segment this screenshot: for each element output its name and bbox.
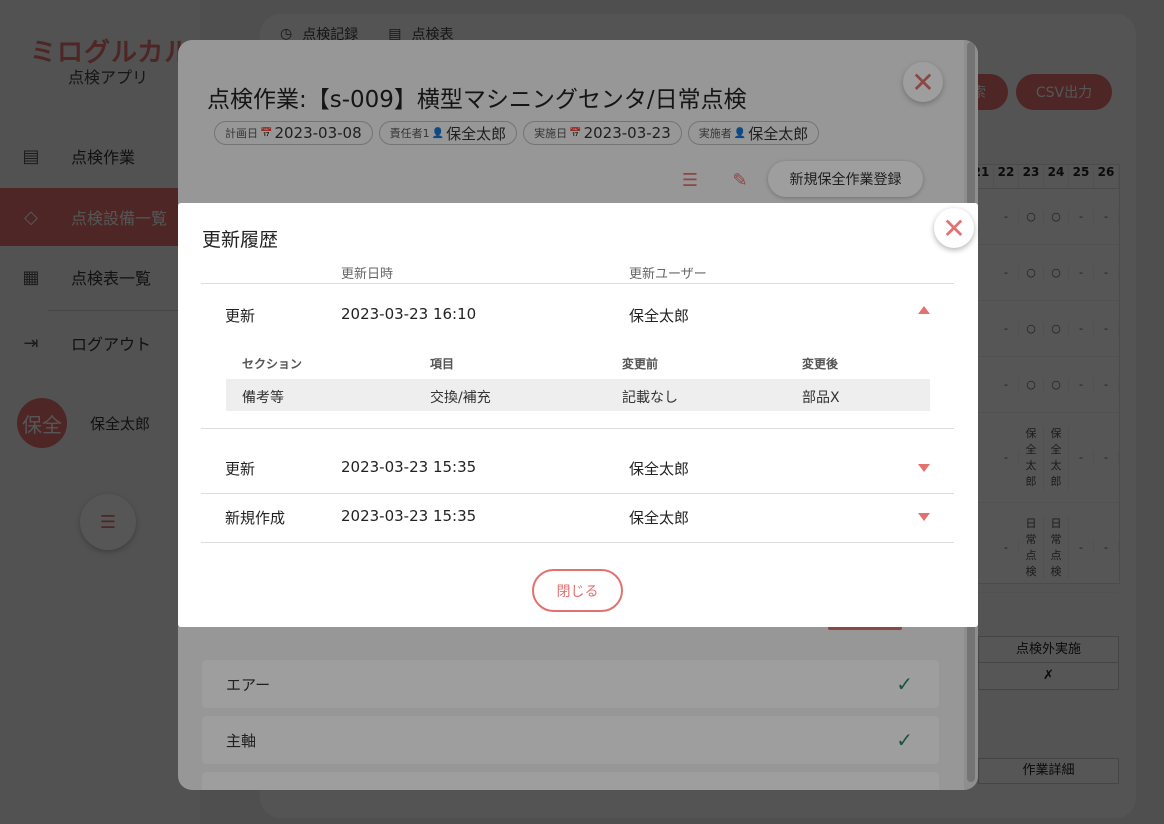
history-date: 2023-03-23 16:10: [341, 305, 477, 323]
history-table-header: 更新日時 更新ユーザー: [201, 263, 954, 284]
history-user: 保全太郎: [629, 307, 690, 325]
history-date: 2023-03-23 15:35: [341, 507, 477, 525]
close-icon: ✕: [942, 211, 966, 245]
history-row[interactable]: 新規作成 2023-03-23 15:35 保全太郎: [201, 493, 954, 542]
history-user: 保全太郎: [629, 460, 690, 478]
row-divider: [201, 542, 954, 543]
history-type: 新規作成: [225, 509, 286, 527]
history-type: 更新: [225, 307, 256, 325]
detail-table-header: セクション 項目 変更前 変更後: [226, 355, 930, 379]
detail-item: 交換/補充: [430, 390, 491, 406]
history-row[interactable]: 更新 2023-03-23 16:10 保全太郎: [201, 291, 954, 340]
history-user: 保全太郎: [629, 509, 690, 527]
history-row[interactable]: 更新 2023-03-23 15:35 保全太郎: [201, 444, 954, 493]
close-button[interactable]: 閉じる: [532, 569, 623, 612]
detail-after: 部品X: [802, 390, 840, 406]
dialog-close-button[interactable]: ✕: [934, 208, 974, 248]
detail-section: 備考等: [242, 390, 284, 406]
column-after: 変更後: [802, 357, 839, 371]
expand-arrow-icon[interactable]: [918, 513, 930, 521]
history-date: 2023-03-23 15:35: [341, 458, 477, 476]
column-user: 更新ユーザー: [629, 267, 707, 282]
detail-before: 記載なし: [622, 390, 678, 406]
expand-arrow-icon[interactable]: [918, 464, 930, 472]
column-date: 更新日時: [341, 267, 394, 282]
collapse-arrow-icon[interactable]: [918, 306, 930, 314]
history-type: 更新: [225, 460, 256, 478]
update-history-dialog: 更新履歴 ✕ 更新日時 更新ユーザー 更新 2023-03-23 16:10 保…: [178, 203, 978, 627]
table-row: 備考等 交換/補充 記載なし 部品X: [226, 379, 930, 411]
dialog-title: 更新履歴: [202, 229, 279, 251]
column-item: 項目: [430, 357, 455, 371]
column-section: セクション: [242, 357, 303, 371]
row-divider: [201, 428, 954, 429]
column-before: 変更前: [622, 357, 659, 371]
